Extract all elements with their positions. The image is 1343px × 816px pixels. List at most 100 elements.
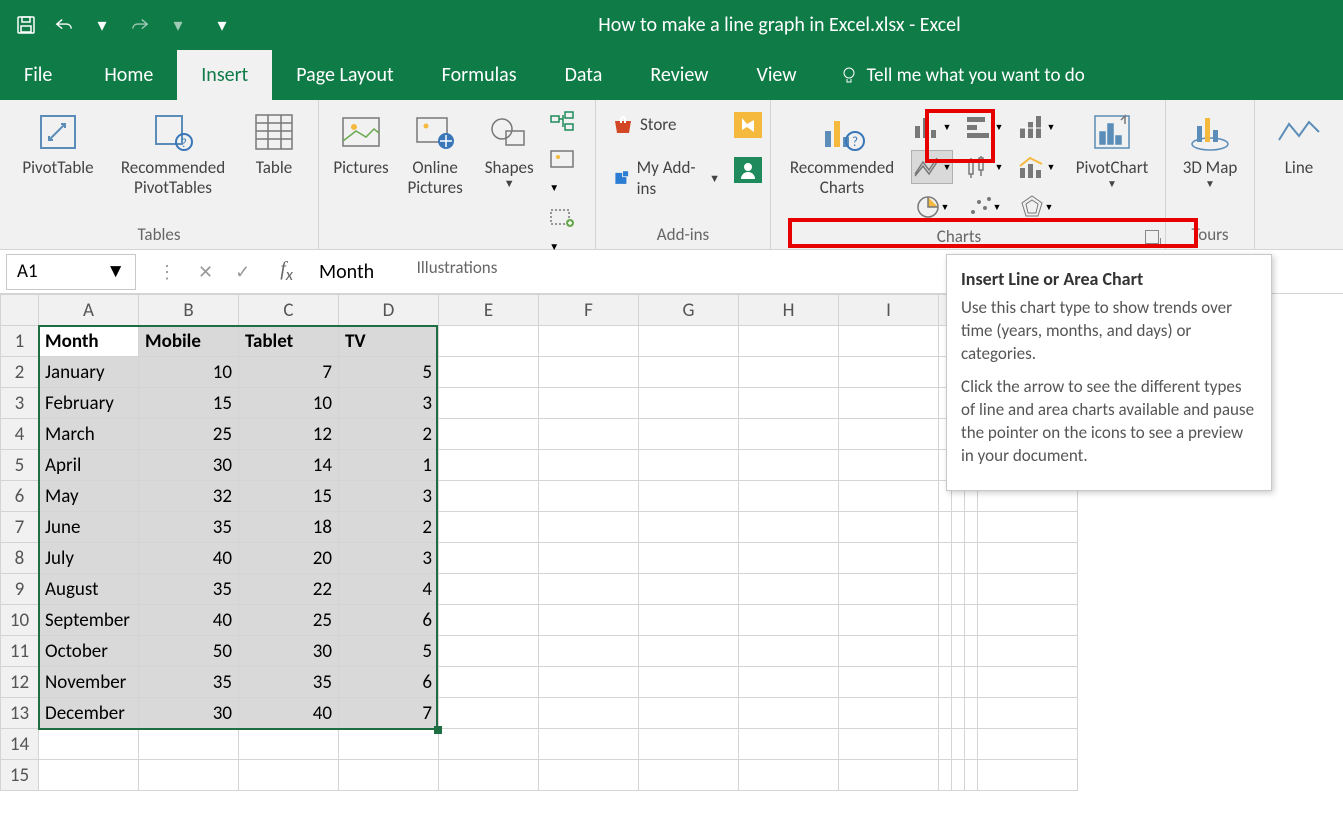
tab-formulas[interactable]: Formulas xyxy=(418,50,541,100)
cell[interactable] xyxy=(739,450,839,481)
cell[interactable] xyxy=(939,667,952,698)
cell[interactable] xyxy=(639,605,739,636)
cell[interactable] xyxy=(439,698,539,729)
cell[interactable] xyxy=(978,729,1078,760)
cell[interactable] xyxy=(839,760,939,791)
cell[interactable] xyxy=(339,729,439,760)
cell[interactable] xyxy=(139,729,239,760)
select-all-corner[interactable] xyxy=(1,295,39,326)
cell[interactable]: 3 xyxy=(339,388,439,419)
sparkline-line-button[interactable]: Line xyxy=(1263,104,1335,178)
cell[interactable] xyxy=(839,636,939,667)
cell[interactable] xyxy=(839,326,939,357)
cell[interactable] xyxy=(952,729,965,760)
cell[interactable] xyxy=(739,357,839,388)
pie-chart-button[interactable]: ▼ xyxy=(911,190,953,224)
row-header[interactable]: 1 xyxy=(1,326,39,357)
cell[interactable]: 35 xyxy=(139,667,239,698)
row-header[interactable]: 3 xyxy=(1,388,39,419)
cell[interactable] xyxy=(965,512,978,543)
cell[interactable] xyxy=(539,419,639,450)
cell[interactable] xyxy=(839,605,939,636)
column-chart-button[interactable]: ▼ xyxy=(911,110,953,144)
cell[interactable]: 35 xyxy=(239,667,339,698)
column-header[interactable]: I xyxy=(839,295,939,326)
cell[interactable] xyxy=(939,760,952,791)
cell[interactable] xyxy=(739,636,839,667)
column-header[interactable]: E xyxy=(439,295,539,326)
bar-chart-button[interactable]: ▼ xyxy=(963,110,1005,144)
tab-home[interactable]: Home xyxy=(80,50,177,100)
cell[interactable] xyxy=(952,760,965,791)
cell[interactable]: 22 xyxy=(239,574,339,605)
people-graph-button[interactable] xyxy=(734,157,762,188)
radar-chart-button[interactable]: ▼ xyxy=(1015,190,1057,224)
cell[interactable] xyxy=(978,512,1078,543)
cell[interactable] xyxy=(539,481,639,512)
column-header[interactable]: F xyxy=(539,295,639,326)
cell[interactable] xyxy=(639,512,739,543)
cell[interactable]: September xyxy=(39,605,139,636)
cell[interactable]: 20 xyxy=(239,543,339,574)
cell[interactable] xyxy=(639,419,739,450)
cell[interactable]: 7 xyxy=(339,698,439,729)
column-header[interactable]: D xyxy=(339,295,439,326)
cell[interactable] xyxy=(965,729,978,760)
cell[interactable] xyxy=(739,481,839,512)
cell[interactable] xyxy=(639,729,739,760)
row-header[interactable]: 15 xyxy=(1,760,39,791)
cell[interactable] xyxy=(639,450,739,481)
cell[interactable] xyxy=(939,543,952,574)
cell[interactable] xyxy=(739,667,839,698)
cell[interactable] xyxy=(839,667,939,698)
cell[interactable]: 2 xyxy=(339,419,439,450)
cell[interactable] xyxy=(239,729,339,760)
row-header[interactable]: 13 xyxy=(1,698,39,729)
cell[interactable] xyxy=(339,760,439,791)
save-icon[interactable] xyxy=(16,15,36,35)
cell[interactable]: 7 xyxy=(239,357,339,388)
cell[interactable] xyxy=(739,574,839,605)
redo-icon[interactable] xyxy=(130,15,150,35)
cell[interactable] xyxy=(952,636,965,667)
cell[interactable] xyxy=(839,388,939,419)
shapes-button[interactable]: Shapes▼ xyxy=(475,104,543,190)
my-addins-button[interactable]: My Add-ins ▼ xyxy=(608,155,724,201)
pivottable-button[interactable]: PivotTable xyxy=(8,104,108,178)
cell[interactable]: October xyxy=(39,636,139,667)
cell[interactable] xyxy=(952,512,965,543)
cell[interactable]: 2 xyxy=(339,512,439,543)
cell[interactable] xyxy=(539,729,639,760)
row-header[interactable]: 9 xyxy=(1,574,39,605)
cell[interactable] xyxy=(839,543,939,574)
stock-chart-button[interactable]: ▼ xyxy=(963,150,1005,184)
chevron-down-icon[interactable]: ▾ xyxy=(92,15,112,35)
chevron-down-icon[interactable]: ▾ xyxy=(168,15,188,35)
cell[interactable]: April xyxy=(39,450,139,481)
scatter-chart-button[interactable]: ▼ xyxy=(963,190,1005,224)
cell[interactable] xyxy=(439,605,539,636)
cell[interactable] xyxy=(539,357,639,388)
smartart-button[interactable] xyxy=(549,110,587,137)
cell[interactable] xyxy=(439,667,539,698)
cell[interactable]: 32 xyxy=(139,481,239,512)
cancel-icon[interactable]: ✕ xyxy=(198,261,213,283)
tab-view[interactable]: View xyxy=(732,50,820,100)
cell[interactable] xyxy=(439,419,539,450)
row-header[interactable]: 14 xyxy=(1,729,39,760)
cell[interactable] xyxy=(965,636,978,667)
cell[interactable]: 25 xyxy=(139,419,239,450)
cell[interactable] xyxy=(639,636,739,667)
cell[interactable] xyxy=(739,543,839,574)
cell[interactable] xyxy=(439,450,539,481)
cell[interactable] xyxy=(739,760,839,791)
cell[interactable] xyxy=(439,636,539,667)
customize-qat-icon[interactable]: ▾ xyxy=(212,15,232,35)
combo-chart-button[interactable]: ▼ xyxy=(1015,150,1057,184)
cell[interactable]: 35 xyxy=(139,574,239,605)
cell[interactable]: 5 xyxy=(339,636,439,667)
cell[interactable]: 40 xyxy=(139,543,239,574)
cell[interactable] xyxy=(439,326,539,357)
cell[interactable] xyxy=(439,357,539,388)
cell[interactable]: 10 xyxy=(239,388,339,419)
